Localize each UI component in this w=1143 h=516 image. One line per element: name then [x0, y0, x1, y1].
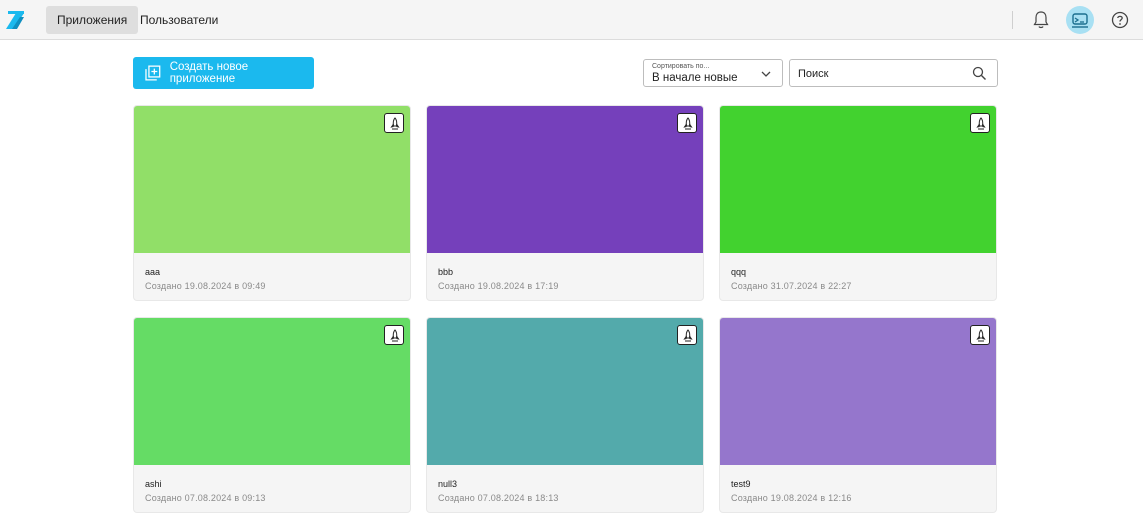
- app-card-bbb[interactable]: bbb Создано 19.08.2024 в 17:19: [426, 105, 704, 301]
- tab-apps[interactable]: Приложения: [46, 6, 139, 34]
- app-created: Создано 19.08.2024 в 09:49: [145, 281, 266, 291]
- rocket-badge[interactable]: [970, 325, 990, 345]
- help-icon[interactable]: [1111, 11, 1129, 29]
- app-cover: [134, 318, 410, 465]
- rocket-badge[interactable]: [384, 325, 404, 345]
- rocket-icon: [390, 329, 400, 342]
- app-created: Создано 19.08.2024 в 17:19: [438, 281, 559, 291]
- sort-value: В начале новые: [652, 72, 738, 84]
- tab-users[interactable]: Пользователи: [129, 6, 229, 34]
- bell-icon[interactable]: [1032, 10, 1050, 30]
- app-card-test9[interactable]: test9 Создано 19.08.2024 в 12:16: [719, 317, 997, 513]
- app-created: Создано 07.08.2024 в 09:13: [145, 493, 266, 503]
- app-card-aaa[interactable]: aaa Создано 19.08.2024 в 09:49: [133, 105, 411, 301]
- rocket-icon: [683, 329, 693, 342]
- sort-label: Сортировать по...: [652, 63, 710, 70]
- app-name: qqq: [731, 267, 747, 277]
- sort-select[interactable]: Сортировать по... В начале новые: [643, 59, 783, 87]
- app-created: Создано 07.08.2024 в 18:13: [438, 493, 559, 503]
- rocket-icon: [976, 329, 986, 342]
- rocket-icon: [976, 117, 986, 130]
- app-name: bbb: [438, 267, 454, 277]
- app-name: null3: [438, 479, 458, 489]
- app-name: test9: [731, 479, 751, 489]
- app-card-null3[interactable]: null3 Создано 07.08.2024 в 18:13: [426, 317, 704, 513]
- app-name: aaa: [145, 267, 161, 277]
- logo-icon[interactable]: [4, 9, 26, 31]
- top-bar: Приложения Пользователи: [0, 0, 1143, 40]
- rocket-icon: [390, 117, 400, 130]
- app-cover: [720, 106, 996, 253]
- app-created: Создано 31.07.2024 в 22:27: [731, 281, 852, 291]
- plus-square-icon: [145, 65, 161, 81]
- rocket-badge[interactable]: [384, 113, 404, 133]
- app-name: ashi: [145, 479, 162, 489]
- rocket-badge[interactable]: [677, 325, 697, 345]
- app-cover: [427, 106, 703, 253]
- avatar-icon: [1072, 13, 1088, 28]
- create-app-button[interactable]: Создать новое приложение: [133, 57, 314, 89]
- search-icon[interactable]: [972, 66, 987, 81]
- rocket-badge[interactable]: [677, 113, 697, 133]
- chevron-down-icon: [761, 71, 771, 77]
- app-cover: [134, 106, 410, 253]
- rocket-icon: [683, 117, 693, 130]
- app-card-ashi[interactable]: ashi Создано 07.08.2024 в 09:13: [133, 317, 411, 513]
- topbar-divider: [1012, 11, 1013, 29]
- avatar[interactable]: [1066, 6, 1094, 34]
- app-card-qqq[interactable]: qqq Создано 31.07.2024 в 22:27: [719, 105, 997, 301]
- app-cover: [427, 318, 703, 465]
- search-input[interactable]: [798, 66, 968, 81]
- search-box: [789, 59, 998, 87]
- app-created: Создано 19.08.2024 в 12:16: [731, 493, 852, 503]
- rocket-badge[interactable]: [970, 113, 990, 133]
- app-cover: [720, 318, 996, 465]
- create-app-label: Создать новое приложение: [169, 61, 249, 85]
